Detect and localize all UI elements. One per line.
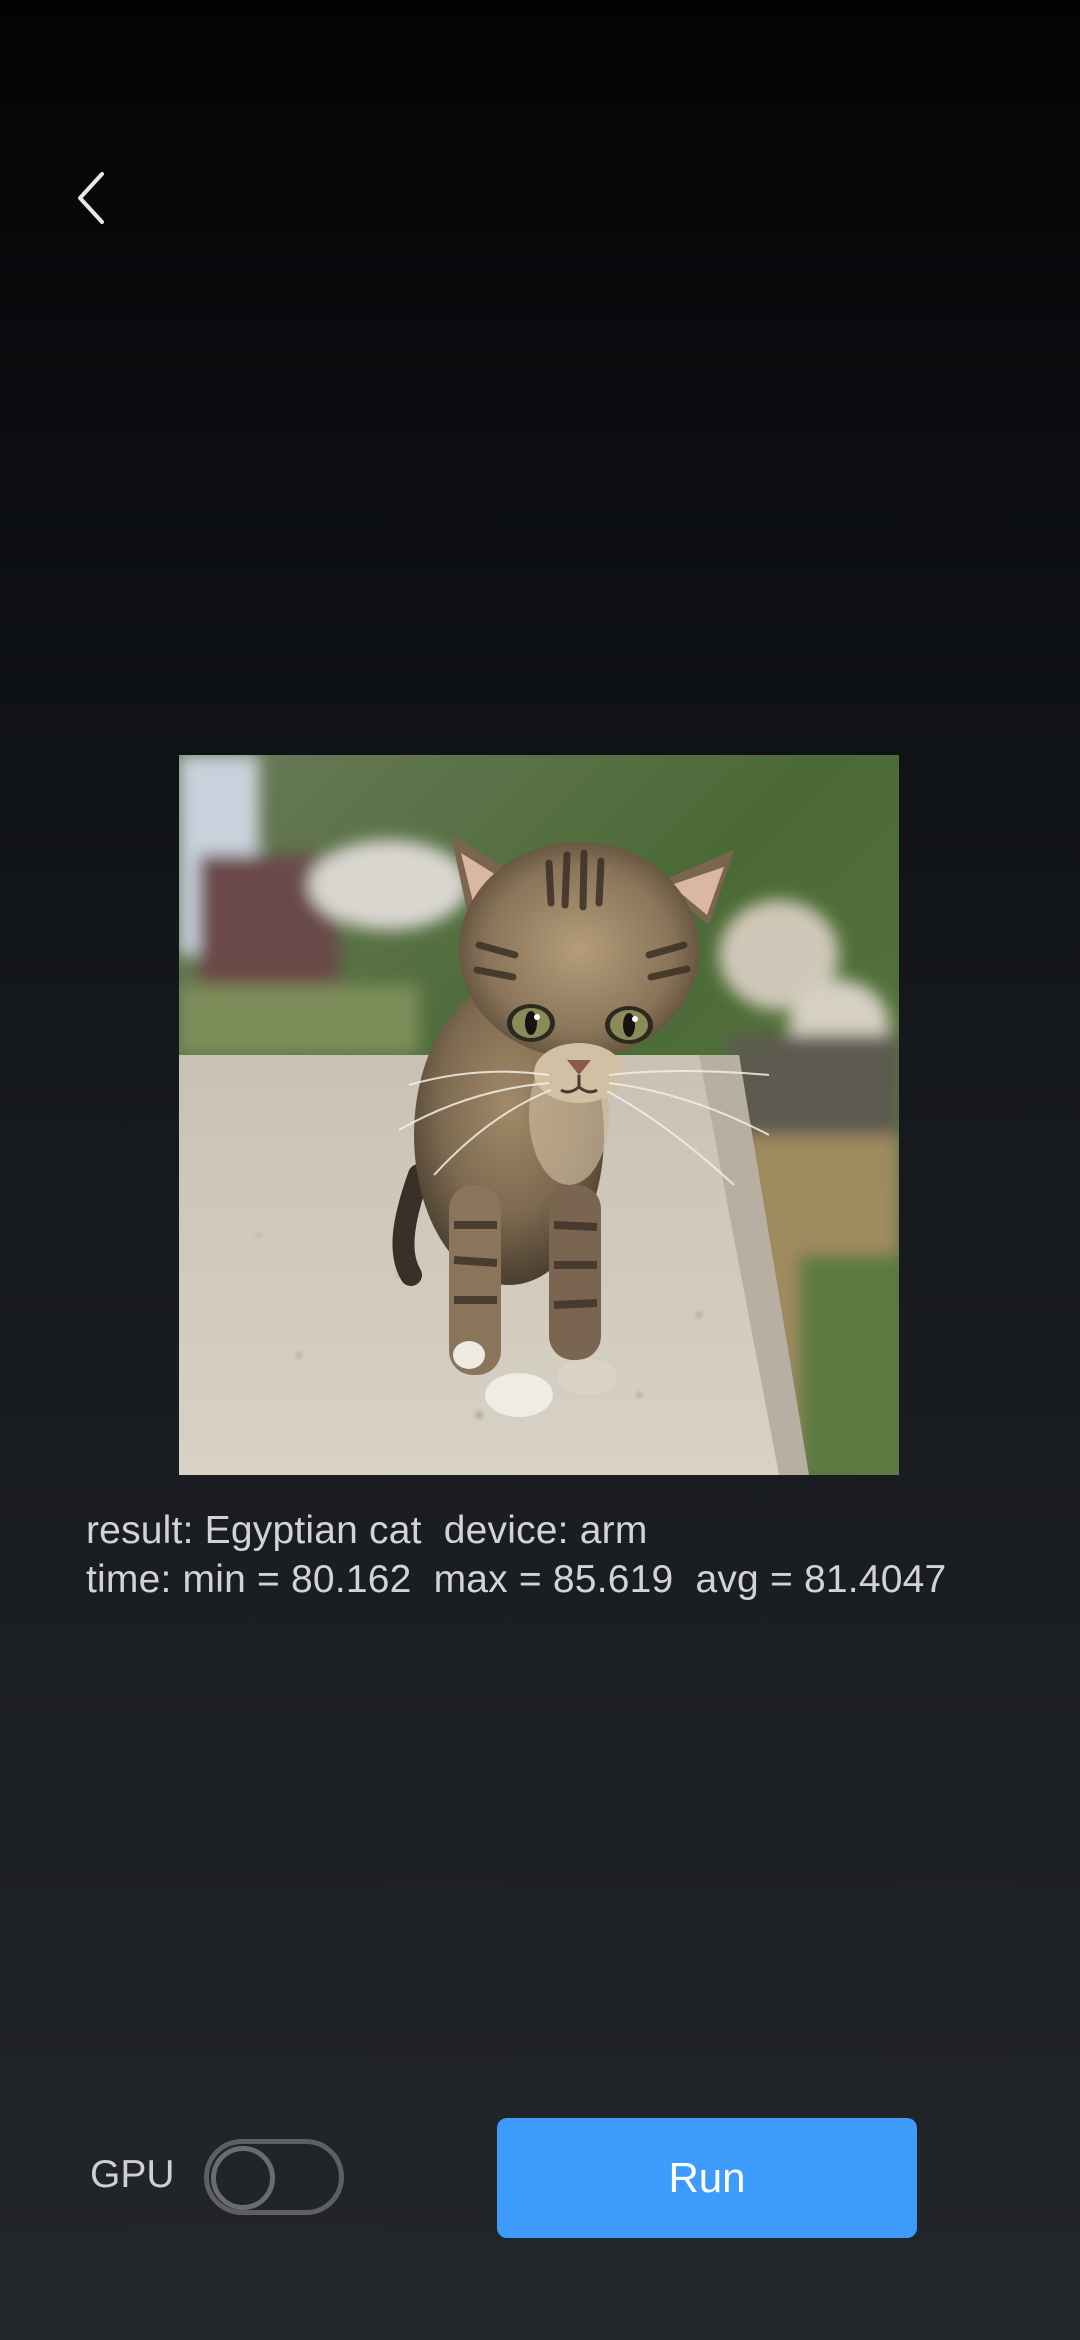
gpu-toggle[interactable]	[204, 2139, 344, 2215]
run-button[interactable]: Run	[497, 2118, 917, 2238]
gpu-toggle-knob	[211, 2146, 275, 2210]
gpu-label: GPU	[90, 2153, 175, 2196]
result-line-timing: time: min = 80.162 max = 85.619 avg = 81…	[86, 1558, 947, 1601]
input-image	[179, 755, 899, 1475]
result-line-classification: result: Egyptian cat device: arm	[86, 1509, 648, 1552]
kitten-photo	[179, 755, 899, 1475]
back-button[interactable]	[60, 158, 120, 238]
chevron-left-icon	[78, 172, 104, 224]
result-text: result: Egyptian cat device: arm time: mi…	[86, 1506, 946, 1604]
